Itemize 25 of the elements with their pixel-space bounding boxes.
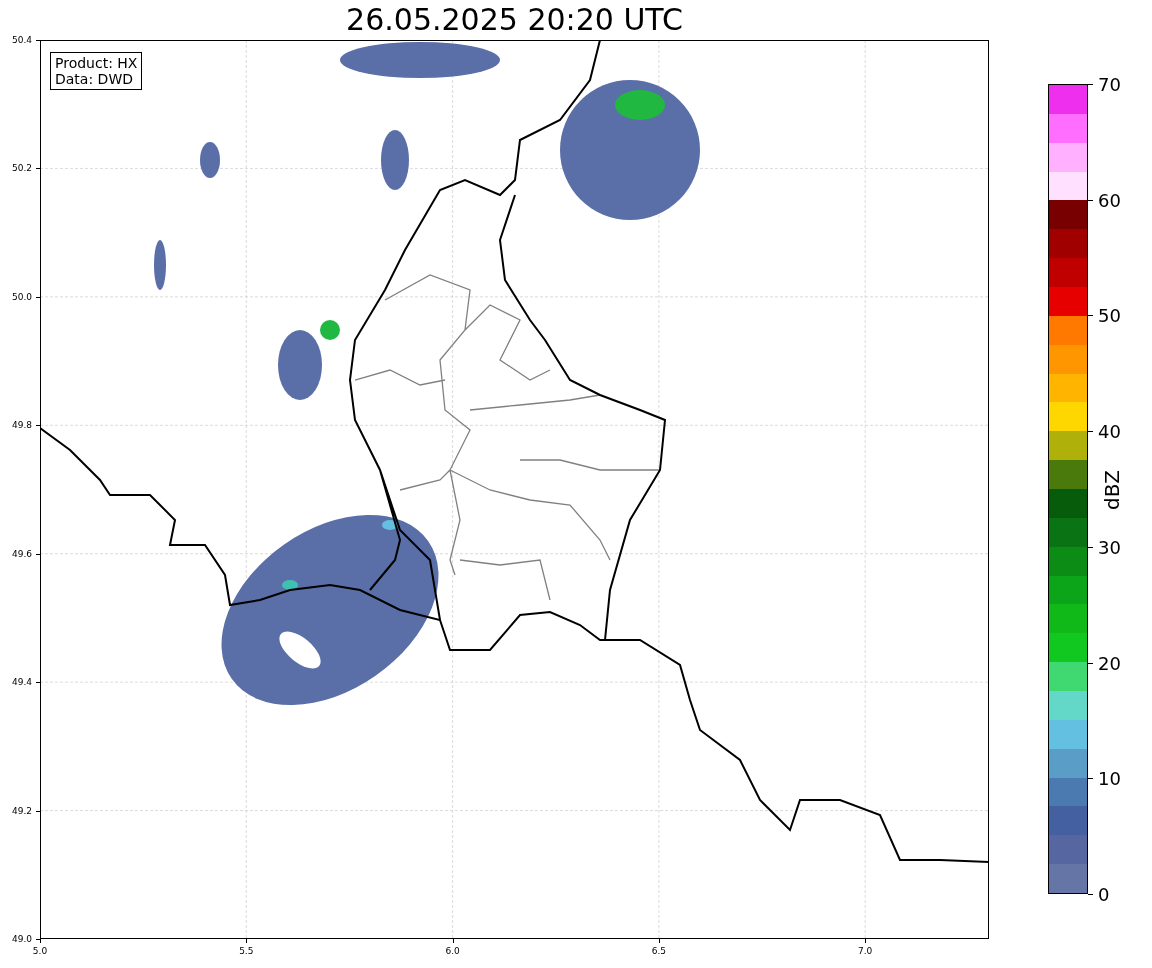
longitude-tick-label: 5.0 xyxy=(32,946,48,956)
colorbar-tick-label: 0 xyxy=(1098,883,1110,905)
longitude-tick-label: 6.5 xyxy=(651,946,667,956)
info-text: Data: DWD xyxy=(55,71,134,87)
colorbar-tick-label: 10 xyxy=(1098,767,1121,789)
longitude-tick-label: 5.5 xyxy=(239,946,254,956)
latitude-tick-label: 50.4 xyxy=(11,35,32,45)
colorbar-tick-label: 60 xyxy=(1098,189,1121,211)
latitude-tick-label: 49.6 xyxy=(11,548,32,559)
colorbar-tick-label: 30 xyxy=(1098,536,1121,558)
chart-title: 26.05.2025 20:20 UTC xyxy=(346,2,683,37)
latitude-tick-label: 49.2 xyxy=(11,805,32,816)
colorbar-tick-label: 50 xyxy=(1098,304,1121,326)
colorbar-label: dBZ xyxy=(1100,469,1125,511)
longitude-tick-label: 7.0 xyxy=(858,946,873,956)
latitude-tick-label: 49.8 xyxy=(11,420,32,431)
info-text: Product: HX xyxy=(55,55,138,71)
latitude-tick-label: 50.0 xyxy=(11,291,32,302)
latitude-tick-label: 49.4 xyxy=(11,677,32,688)
latitude-tick-label: 50.2 xyxy=(11,163,32,174)
colorbar-tick-label: 20 xyxy=(1098,652,1121,674)
longitude-tick-label: 6.0 xyxy=(445,946,460,956)
latitude-tick-label: 49.0 xyxy=(11,934,32,944)
colorbar-tick-label: 70 xyxy=(1098,73,1121,95)
colorbar-tick-label: 40 xyxy=(1098,420,1121,442)
